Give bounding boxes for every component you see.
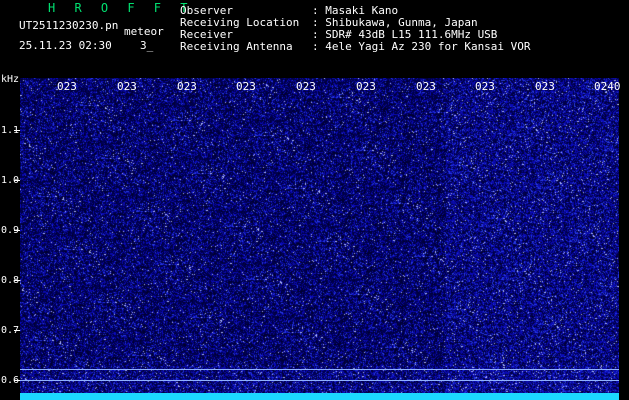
filename-label: UT2511230230.pn <box>19 19 119 32</box>
x-tick-label: 023 <box>356 80 376 93</box>
x-tick-label: 023 <box>475 80 495 93</box>
datetime-label: 25.11.23 02:30 <box>19 39 112 52</box>
app-title: H R O F F T <box>48 1 194 15</box>
x-tick-label: 0240 <box>594 80 621 93</box>
baseline-signal <box>20 393 619 400</box>
spectrogram <box>20 78 619 395</box>
marker-line <box>20 380 619 381</box>
x-tick-label: 023 <box>57 80 77 93</box>
y-tick-mark <box>14 130 20 131</box>
y-tick-mark <box>14 330 20 331</box>
x-tick-label: 023 <box>117 80 137 93</box>
x-tick-label: 023 <box>177 80 197 93</box>
y-tick-mark <box>14 230 20 231</box>
y-unit-label: kHz <box>1 74 20 85</box>
mode-label: meteor <box>124 25 164 38</box>
count-label: 3_ <box>140 39 154 52</box>
right-margin <box>619 78 629 400</box>
y-tick-mark <box>14 280 20 281</box>
antenna-label: Receiving Antenna <box>180 40 293 53</box>
x-tick-label: 023 <box>416 80 436 93</box>
x-tick-label: 023 <box>296 80 316 93</box>
x-tick-label: 023 <box>535 80 555 93</box>
spectrogram-noise <box>20 78 619 395</box>
y-tick-mark <box>14 180 20 181</box>
header-panel: H R O F F T UT2511230230.pn meteor 25.11… <box>0 0 629 78</box>
marker-line <box>20 369 619 370</box>
antenna-value: : 4ele Yagi Az 230 for Kansai VOR <box>312 40 531 53</box>
x-tick-label: 023 <box>236 80 256 93</box>
